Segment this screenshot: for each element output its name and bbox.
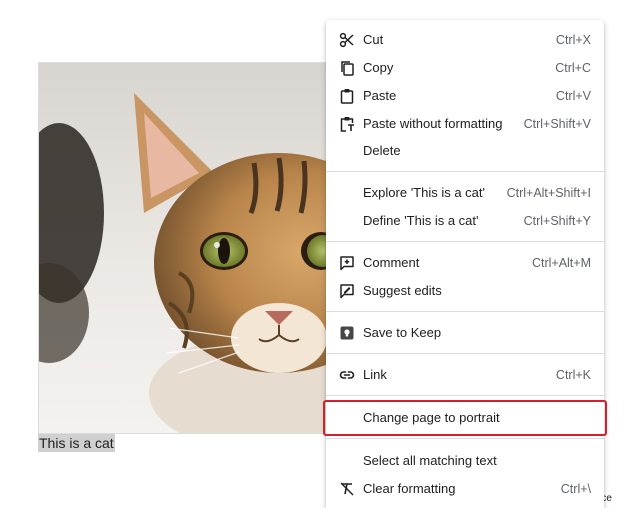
selected-caption-text[interactable]: This is a cat (38, 434, 115, 452)
highlight-annotation-box (323, 400, 607, 436)
add-comment-icon (326, 255, 363, 271)
menu-item-shortcut: Ctrl+Alt+M (531, 255, 591, 270)
menu-item-delete[interactable]: Delete (326, 137, 604, 164)
paste-plain-icon (326, 116, 363, 132)
menu-item-paste[interactable]: Paste Ctrl+V (326, 82, 604, 109)
link-icon (326, 367, 363, 383)
cat-photo-illustration (39, 63, 329, 433)
menu-item-shortcut: Ctrl+Shift+V (523, 116, 591, 131)
menu-item-shortcut: Ctrl+Shift+Y (523, 213, 591, 228)
cat-image[interactable] (38, 62, 330, 434)
menu-item-label: Select all matching text (363, 453, 497, 468)
menu-item-label: Comment (363, 255, 420, 270)
menu-item-shortcut: Ctrl+Alt+Shift+I (506, 185, 591, 200)
menu-item-clear-formatting[interactable]: Clear formatting Ctrl+\ (326, 475, 604, 502)
copy-icon (326, 60, 363, 76)
menu-divider (326, 311, 604, 312)
menu-item-comment[interactable]: Comment Ctrl+Alt+M (326, 249, 604, 276)
menu-item-label: Save to Keep (363, 325, 442, 340)
context-menu: Cut Ctrl+X Copy Ctrl+C Paste Ctrl+V Past… (323, 20, 607, 508)
menu-item-label: Clear formatting (363, 481, 456, 496)
menu-item-cut[interactable]: Cut Ctrl+X (326, 26, 604, 53)
menu-item-select-all-matching-text[interactable]: Select all matching text (326, 447, 604, 474)
scissors-icon (326, 32, 363, 48)
suggest-edits-icon (326, 283, 363, 299)
menu-item-shortcut: Ctrl+V (555, 88, 591, 103)
menu-item-label: Delete (363, 143, 401, 158)
menu-item-shortcut: Ctrl+K (555, 367, 591, 382)
menu-item-save-to-keep[interactable]: Save to Keep (326, 319, 604, 346)
menu-item-shortcut: Ctrl+\ (560, 481, 591, 496)
menu-item-label: Cut (363, 32, 384, 47)
menu-divider (326, 438, 604, 439)
keep-icon (326, 325, 363, 341)
menu-item-copy[interactable]: Copy Ctrl+C (326, 54, 604, 81)
menu-item-label: Paste (363, 88, 397, 103)
menu-item-define[interactable]: Define 'This is a cat' Ctrl+Shift+Y (326, 207, 604, 234)
clipboard-icon (326, 88, 363, 104)
menu-item-label: Copy (363, 60, 394, 75)
menu-divider (326, 353, 604, 354)
menu-item-label: Link (363, 367, 387, 382)
menu-item-link[interactable]: Link Ctrl+K (326, 361, 604, 388)
menu-divider (326, 241, 604, 242)
menu-item-label: Paste without formatting (363, 116, 503, 131)
menu-item-suggest-edits[interactable]: Suggest edits (326, 277, 604, 304)
menu-item-label: Define 'This is a cat' (363, 213, 479, 228)
menu-divider (326, 171, 604, 172)
menu-item-explore[interactable]: Explore 'This is a cat' Ctrl+Alt+Shift+I (326, 179, 604, 206)
menu-item-label: Suggest edits (363, 283, 442, 298)
menu-item-label: Explore 'This is a cat' (363, 185, 486, 200)
menu-item-shortcut: Ctrl+C (555, 60, 591, 75)
clear-formatting-icon (326, 481, 363, 497)
menu-divider (326, 395, 604, 396)
menu-item-shortcut: Ctrl+X (555, 32, 591, 47)
menu-item-paste-without-formatting[interactable]: Paste without formatting Ctrl+Shift+V (326, 110, 604, 137)
